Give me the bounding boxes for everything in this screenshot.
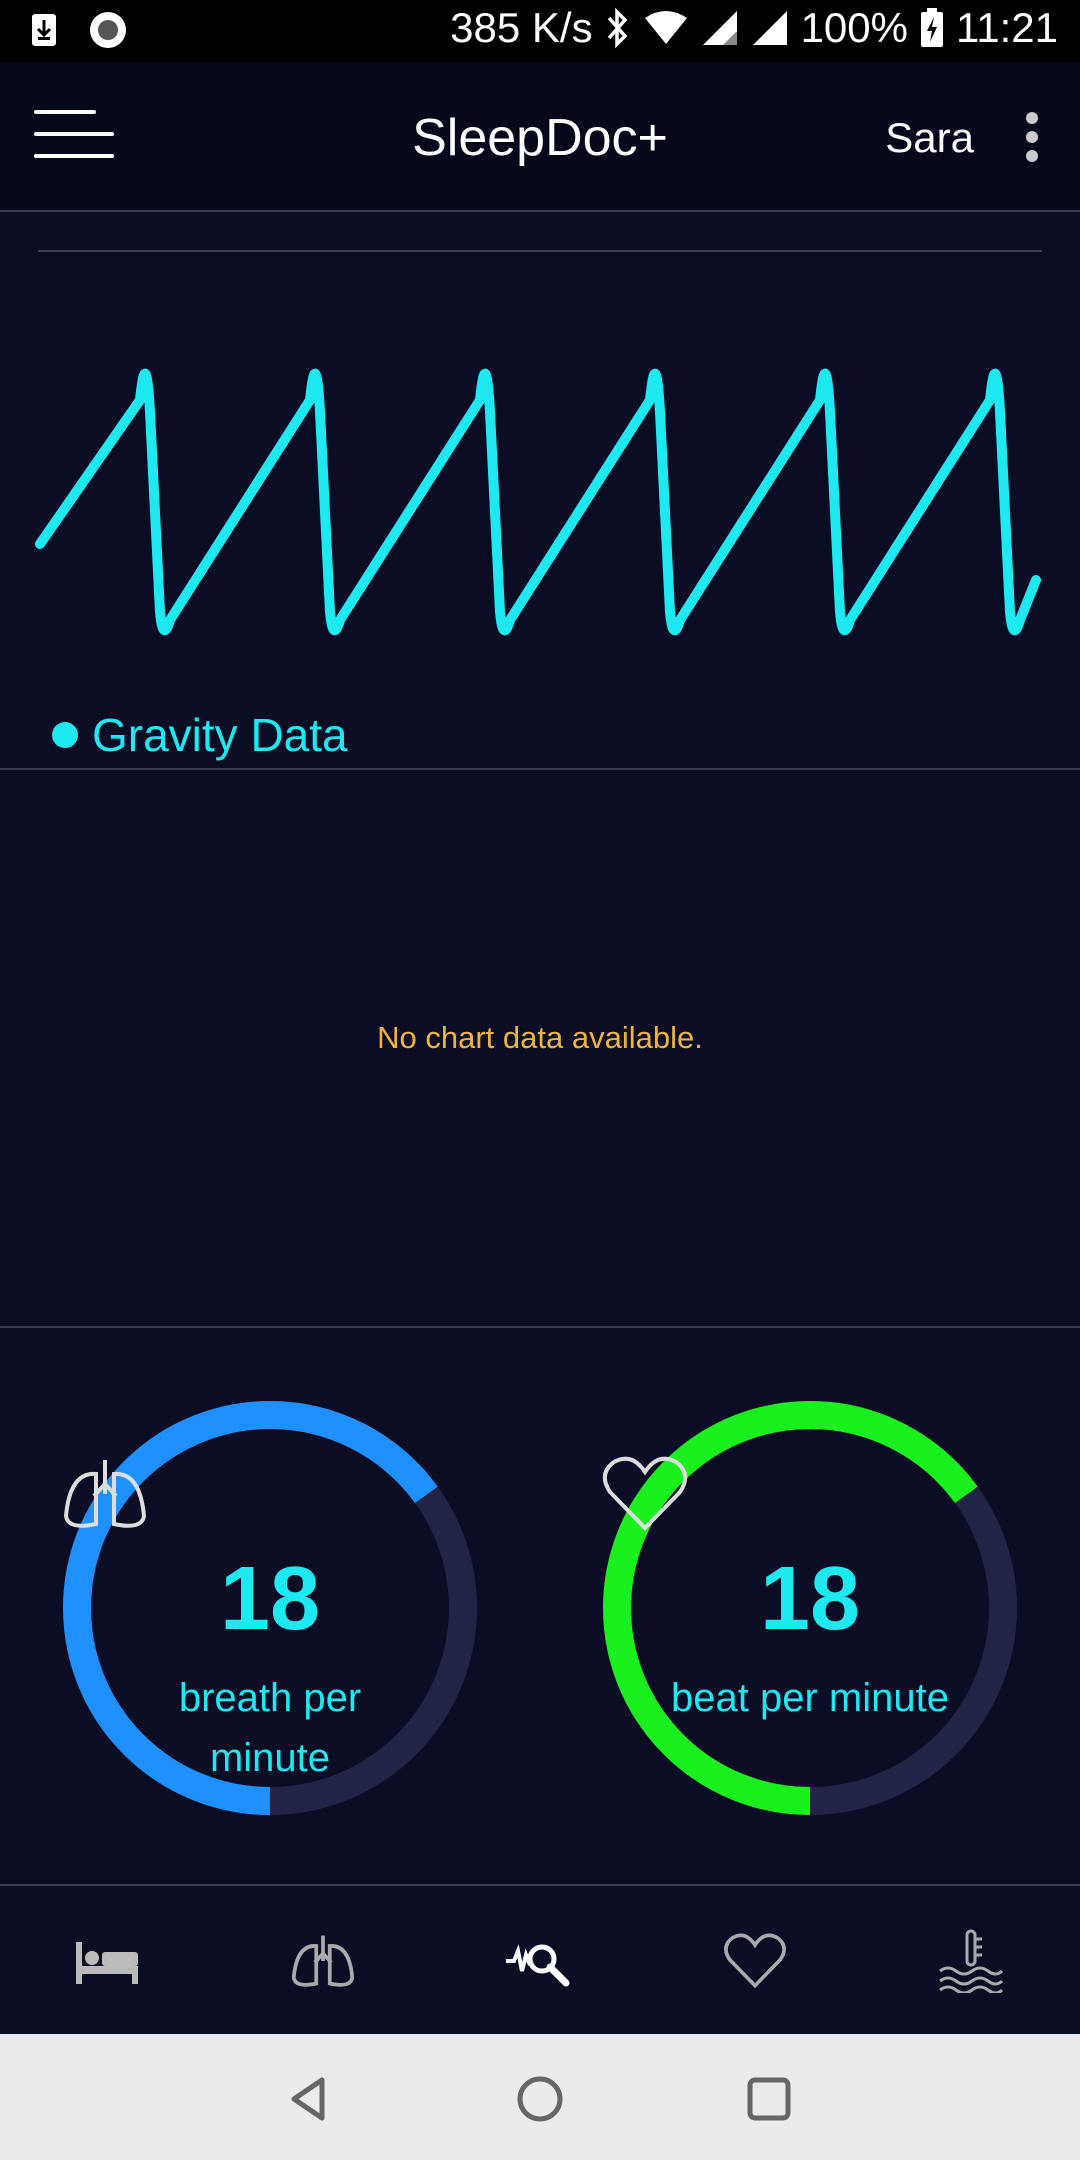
breath-unit: breath per minute <box>178 1676 362 1780</box>
record-icon <box>90 12 126 48</box>
legend-label: Gravity Data <box>92 709 348 761</box>
heart-icon <box>724 1933 786 1989</box>
bed-icon <box>76 1942 138 1984</box>
wave-search-icon <box>506 1944 570 1987</box>
breath-value: 18 <box>219 1549 321 1649</box>
temperature-water-icon <box>939 1929 1004 1993</box>
breath-gauge: 18 breath per minute <box>60 1398 480 1818</box>
vitals-gauges: 18 breath per minute 18 beat per minute <box>0 1328 1080 1886</box>
signal-icon <box>702 11 737 45</box>
network-speed: 385 K/s <box>450 4 593 51</box>
status-bar: 385 K/s 100% 11:21 <box>0 0 1080 62</box>
more-vert-icon[interactable] <box>1026 112 1040 162</box>
recents-icon[interactable] <box>744 2074 794 2124</box>
battery-percent: 100% <box>800 4 908 51</box>
empty-chart: No chart data available. <box>0 770 1080 1328</box>
heart-gauge: 18 beat per minute <box>600 1398 1020 1818</box>
battery-charging-icon <box>921 8 943 47</box>
user-name[interactable]: Sara <box>885 114 974 162</box>
home-icon[interactable] <box>515 2074 565 2124</box>
system-navigation-bar <box>0 2034 1080 2160</box>
lungs-icon <box>291 1935 355 1987</box>
nav-breath[interactable] <box>278 1916 368 2006</box>
signal-icon <box>752 11 787 45</box>
app-bar: SleepDoc+ Sara <box>0 62 1080 212</box>
bottom-navigation <box>0 1886 1080 2034</box>
download-icon <box>32 14 56 46</box>
nav-wave-analysis[interactable] <box>494 1916 584 2006</box>
nav-temperature[interactable] <box>926 1916 1016 2006</box>
heart-value: 18 <box>759 1549 861 1649</box>
legend-dot <box>52 722 78 748</box>
gravity-waveform <box>35 369 1041 636</box>
wifi-icon <box>644 11 687 44</box>
bluetooth-icon <box>607 8 627 48</box>
nav-heart[interactable] <box>710 1916 800 2006</box>
gravity-chart: Gravity Data <box>0 212 1080 770</box>
clock: 11:21 <box>956 4 1058 51</box>
heart-unit: beat per minute <box>671 1676 949 1720</box>
no-data-message: No chart data available. <box>377 1020 703 1055</box>
nav-sleep[interactable] <box>62 1916 152 2006</box>
back-icon[interactable] <box>284 2074 334 2124</box>
chart-legend: Gravity Data <box>52 708 348 762</box>
